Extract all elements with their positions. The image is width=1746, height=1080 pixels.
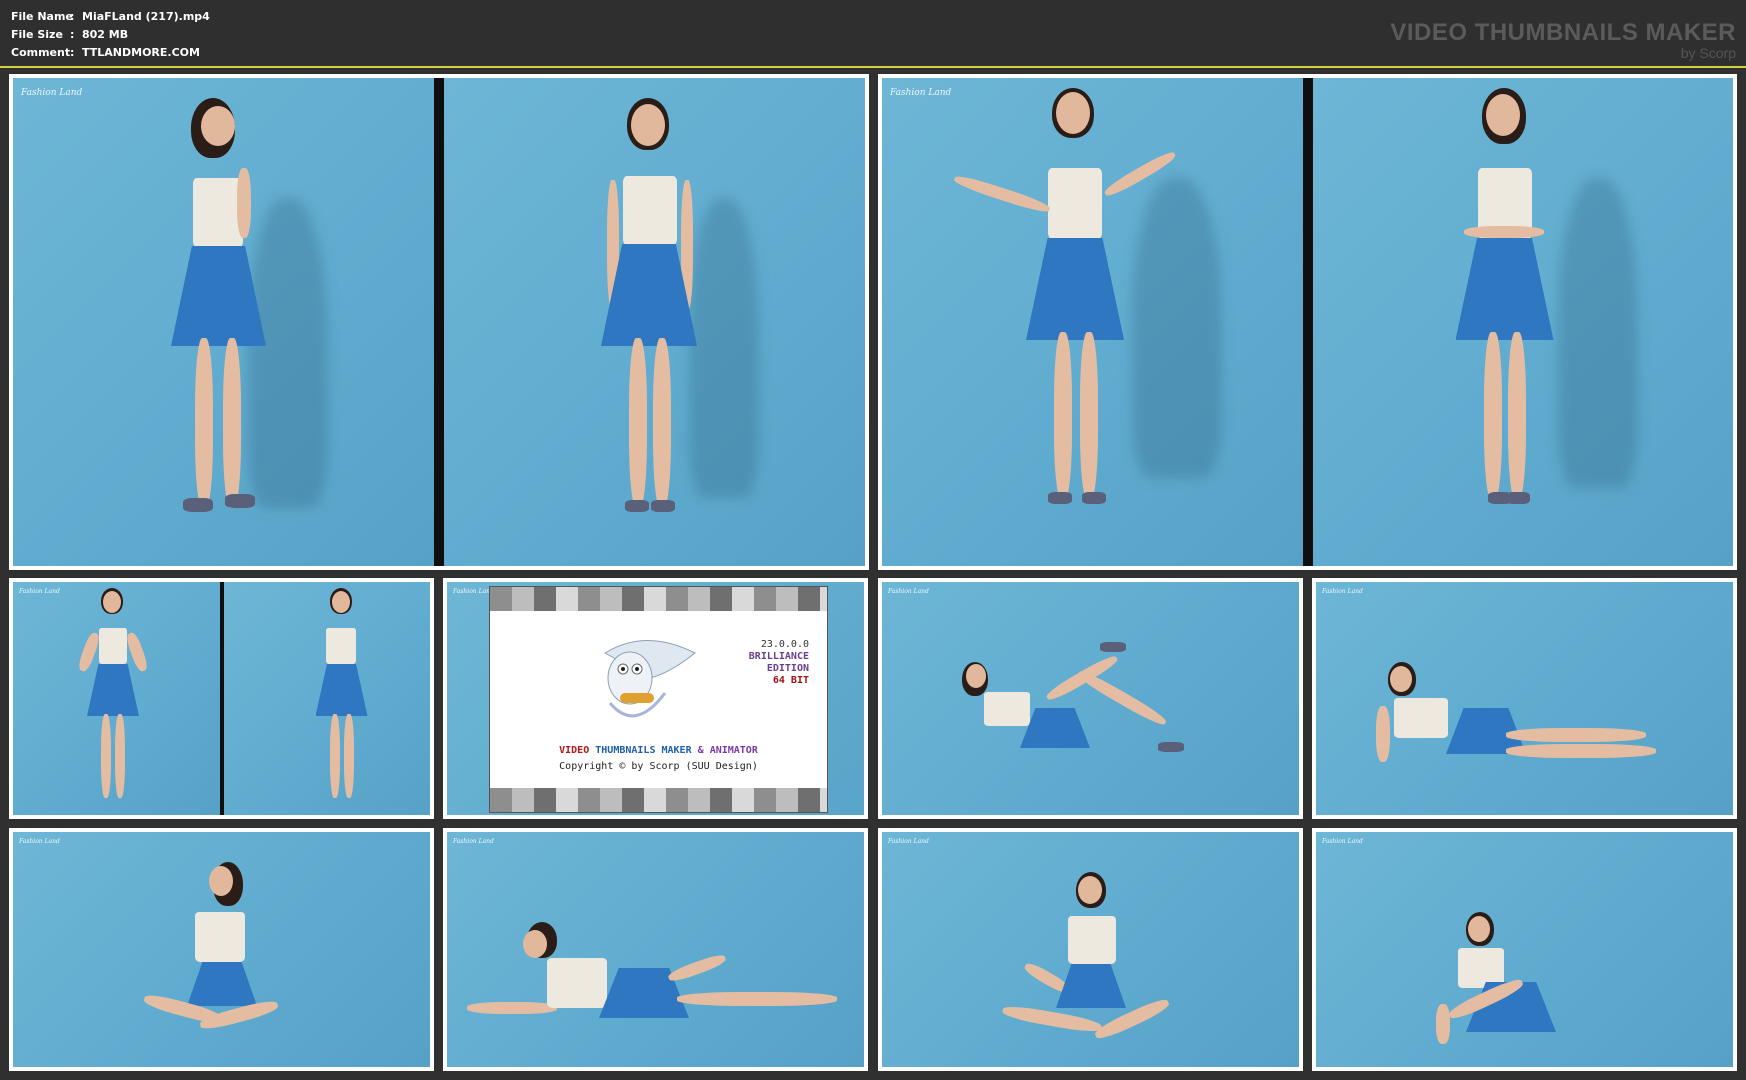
file-size-label: File Size — [11, 28, 63, 41]
splash-edition-1: BRILLIANCE — [748, 651, 809, 662]
model-figure — [304, 588, 384, 808]
model-figure-lying — [1376, 662, 1666, 782]
frame-divider — [1302, 78, 1313, 566]
splash-title: VIDEO THUMBNAILS MAKER & ANIMATOR — [490, 745, 827, 756]
fashion-land-logo: Fashion Land — [888, 588, 929, 595]
thumbnail-2-frame: Fashion Land — [882, 78, 1733, 566]
thumbnail-4-splash[interactable]: Fashion Land 23.0.0.0 BRILLIANCE EDITION… — [443, 578, 868, 819]
file-name-label: File Name — [11, 10, 73, 23]
splash-title-thumbnails: THUMBNAILS MAKER — [595, 745, 692, 756]
comment-row: Comment : TTLANDMORE.COM — [11, 44, 210, 62]
thumbnail-4-frame: Fashion Land 23.0.0.0 BRILLIANCE EDITION… — [447, 582, 864, 815]
file-size-value: 802 MB — [82, 28, 129, 41]
info-header: File Name : MiaFLand (217).mp4 File Size… — [0, 0, 1746, 66]
thumbnail-7-frame: Fashion Land — [13, 832, 430, 1067]
fashion-land-logo: Fashion Land — [21, 88, 83, 98]
splash-title-animator: ANIMATOR — [709, 745, 758, 756]
frame-divider — [434, 78, 444, 566]
fashion-land-logo: Fashion Land — [1322, 838, 1363, 845]
frame-left: Fashion Land — [882, 78, 1308, 566]
file-size-sep: : — [70, 28, 75, 41]
splash-top-pattern — [490, 587, 827, 611]
splash-bits: 64 BIT — [772, 675, 809, 686]
fashion-land-logo: Fashion Land — [19, 588, 60, 595]
model-figure — [75, 588, 155, 808]
splash-bottom-pattern — [490, 788, 827, 812]
fashion-land-logo: Fashion Land — [1322, 588, 1363, 595]
thumbnail-5[interactable]: Fashion Land — [878, 578, 1303, 819]
comment-value: TTLANDMORE.COM — [82, 46, 200, 59]
model-figure-prone — [467, 922, 847, 1042]
model-figure-seated — [142, 862, 283, 1052]
file-name-value: MiaFLand (217).mp4 — [82, 10, 210, 23]
thumbnail-5-frame: Fashion Land — [882, 582, 1299, 815]
splash-edition-2: EDITION — [766, 663, 809, 674]
thumbnail-10[interactable]: Fashion Land — [1312, 828, 1737, 1071]
thumbnail-9-frame: Fashion Land — [882, 832, 1299, 1067]
header-separator — [0, 66, 1746, 68]
owl-logo-icon — [604, 640, 696, 718]
splash-copyright: Copyright © by Scorp (SUU Design) — [559, 761, 758, 772]
model-figure — [163, 98, 283, 518]
frame-right — [439, 78, 865, 566]
brand-title: VIDEO THUMBNAILS MAKER — [1390, 19, 1736, 46]
brand-subtitle: by Scorp — [1680, 45, 1736, 61]
comment-sep: : — [70, 46, 75, 59]
model-figure — [1438, 88, 1578, 518]
splash-version: 23.0.0.0 — [760, 639, 809, 650]
model-figure — [942, 88, 1202, 518]
frame-right — [221, 582, 430, 815]
frame-left: Fashion Land — [13, 582, 222, 815]
fashion-land-logo: Fashion Land — [19, 838, 60, 845]
fashion-land-logo: Fashion Land — [888, 838, 929, 845]
file-name-sep: : — [70, 10, 75, 23]
fashion-land-logo: Fashion Land — [453, 838, 494, 845]
frame-divider — [219, 582, 224, 815]
thumbnail-3[interactable]: Fashion Land — [9, 578, 434, 819]
model-figure — [579, 98, 719, 518]
thumbnail-3-frame: Fashion Land — [13, 582, 430, 815]
fashion-land-logo: Fashion Land — [453, 588, 494, 595]
file-name-row: File Name : MiaFLand (217).mp4 — [11, 8, 210, 26]
thumbnail-8-frame: Fashion Land — [447, 832, 864, 1067]
comment-label: Comment — [11, 46, 71, 59]
splash-title-amp: & — [697, 745, 704, 756]
thumbnail-6-frame: Fashion Land — [1316, 582, 1733, 815]
frame-right — [1307, 78, 1733, 566]
splash-version-block: 23.0.0.0 BRILLIANCE EDITION 64 BIT — [749, 639, 809, 687]
file-size-row: File Size : 802 MB — [11, 26, 210, 44]
splash-title-video: VIDEO — [559, 745, 590, 756]
file-info: File Name : MiaFLand (217).mp4 File Size… — [11, 8, 210, 62]
model-figure-sitting-knees — [1436, 912, 1596, 1052]
thumbnail-1-frame: Fashion Land — [13, 78, 865, 566]
thumbnail-9[interactable]: Fashion Land — [878, 828, 1303, 1071]
thumbnail-6[interactable]: Fashion Land — [1312, 578, 1737, 819]
thumbnail-10-frame: Fashion Land — [1316, 832, 1733, 1067]
thumbnail-2[interactable]: Fashion Land — [878, 74, 1737, 570]
thumbnail-7[interactable]: Fashion Land — [9, 828, 434, 1071]
splash-screen: 23.0.0.0 BRILLIANCE EDITION 64 BIT VIDEO… — [489, 586, 828, 813]
model-figure-sitting — [982, 872, 1182, 1062]
frame-left: Fashion Land — [13, 78, 439, 566]
model-figure-reclining — [962, 642, 1202, 792]
brand-watermark: VIDEO THUMBNAILS MAKER by Scorp — [1390, 19, 1736, 61]
thumbnail-1[interactable]: Fashion Land — [9, 74, 869, 570]
thumbnail-8[interactable]: Fashion Land — [443, 828, 868, 1071]
